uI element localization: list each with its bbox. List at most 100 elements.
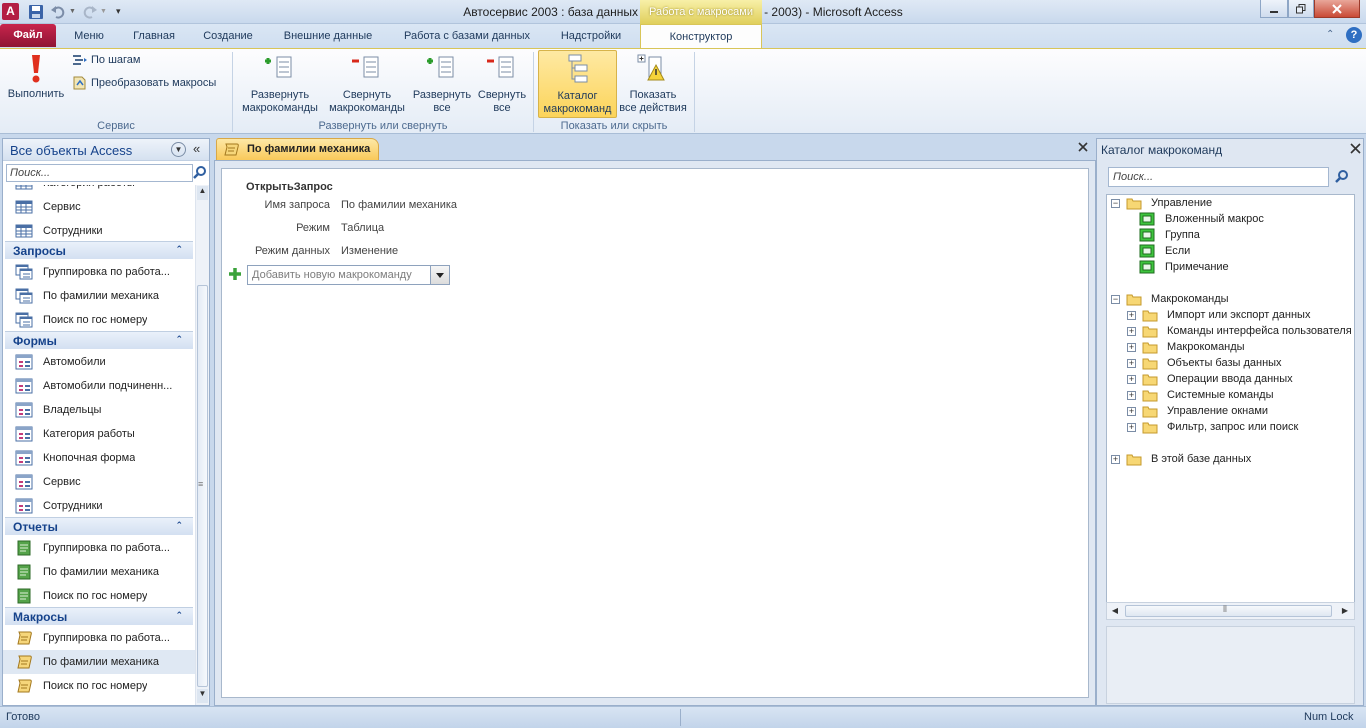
- macro-item[interactable]: Группировка по работа...: [3, 626, 195, 650]
- nav-shutter-icon[interactable]: «: [193, 141, 200, 156]
- tab-addins[interactable]: Надстройки: [550, 26, 632, 48]
- scroll-left-icon[interactable]: ◀: [1108, 604, 1122, 618]
- tree-node-action-folder[interactable]: + Системные команды: [1127, 387, 1273, 403]
- scroll-grip-icon: ⦀: [1223, 604, 1227, 614]
- tree-node-action-folder[interactable]: + Команды интерфейса пользователя: [1127, 323, 1352, 339]
- arg-value-query[interactable]: По фамилии механика: [341, 199, 457, 211]
- nav-group-header[interactable]: Макросы ⌃: [5, 607, 193, 625]
- query-item[interactable]: Поиск по гос номеру: [3, 308, 195, 332]
- form-item[interactable]: Категория работы: [3, 422, 195, 446]
- collapse-chevron-icon[interactable]: ⌃: [175, 334, 183, 345]
- tree-node-this-database[interactable]: + В этой базе данных: [1111, 451, 1251, 467]
- expand-toggle-icon[interactable]: +: [1127, 422, 1136, 432]
- search-icon[interactable]: [1335, 170, 1349, 184]
- query-item[interactable]: По фамилии механика: [3, 284, 195, 308]
- catalog-search-input[interactable]: Поиск...: [1108, 167, 1329, 187]
- tab-database-tools[interactable]: Работа с базами данных: [394, 26, 540, 48]
- form-item[interactable]: Кнопочная форма: [3, 446, 195, 470]
- arg-value-data-mode[interactable]: Изменение: [341, 245, 398, 257]
- form-icon: [15, 377, 33, 395]
- form-item[interactable]: Автомобили подчиненн...: [3, 374, 195, 398]
- tree-leaf-flow-item[interactable]: Вложенный макрос: [1139, 211, 1264, 227]
- tab-menu[interactable]: Меню: [63, 26, 115, 48]
- tab-home[interactable]: Главная: [124, 26, 184, 48]
- scroll-down-icon[interactable]: ▼: [197, 689, 208, 703]
- show-all-actions-button[interactable]: Показать все действия: [619, 53, 687, 117]
- collapse-chevron-icon[interactable]: ⌃: [175, 244, 183, 255]
- expand-toggle-icon[interactable]: +: [1127, 374, 1136, 384]
- tree-leaf-flow-item[interactable]: Если: [1139, 243, 1190, 259]
- form-item[interactable]: Сотрудники: [3, 494, 195, 518]
- nav-group-header[interactable]: Запросы ⌃: [5, 241, 193, 259]
- tree-node-action-folder[interactable]: + Импорт или экспорт данных: [1127, 307, 1310, 323]
- dropdown-arrow-icon[interactable]: [430, 266, 449, 284]
- close-catalog-icon[interactable]: [1350, 143, 1361, 154]
- collapse-toggle-icon[interactable]: −: [1111, 294, 1120, 304]
- form-item[interactable]: Автомобили: [3, 350, 195, 374]
- tab-create[interactable]: Создание: [195, 26, 261, 48]
- tree-node-action-folder[interactable]: + Управление окнами: [1127, 403, 1268, 419]
- scroll-thumb[interactable]: [1125, 605, 1332, 617]
- tree-node-action-folder[interactable]: + Объекты базы данных: [1127, 355, 1282, 371]
- tree-node-program-flow[interactable]: − Управление: [1111, 195, 1212, 211]
- tree-leaf-flow-item[interactable]: Группа: [1139, 227, 1200, 243]
- collapse-toggle-icon[interactable]: −: [1111, 198, 1120, 208]
- step-button[interactable]: По шагам: [72, 53, 140, 67]
- document-tab[interactable]: По фамилии механика: [216, 138, 379, 160]
- expand-toggle-icon[interactable]: +: [1127, 342, 1136, 352]
- tree-node-action-folder[interactable]: + Фильтр, запрос или поиск: [1127, 419, 1298, 435]
- collapse-chevron-icon[interactable]: ⌃: [175, 610, 183, 621]
- nav-search-input[interactable]: Поиск...: [6, 164, 193, 182]
- nav-menu-chevron-icon[interactable]: ▼: [171, 142, 186, 157]
- scroll-up-icon[interactable]: ▲: [197, 186, 208, 200]
- action-catalog-button[interactable]: Каталог макрокоманд: [538, 50, 617, 118]
- collapse-actions-button[interactable]: Свернуть макрокоманды: [325, 53, 409, 117]
- convert-macros-button[interactable]: Преобразовать макросы: [72, 75, 216, 91]
- minimize-ribbon-icon[interactable]: ⌃: [1326, 29, 1334, 40]
- tree-node-action-folder[interactable]: + Макрокоманды: [1127, 339, 1245, 355]
- nav-scrollbar[interactable]: ▲ ≡ ▼: [195, 185, 209, 705]
- collapse-all-button[interactable]: Свернуть все: [474, 53, 530, 117]
- expand-toggle-icon[interactable]: +: [1127, 310, 1136, 320]
- nav-header[interactable]: Все объекты Access ▼ «: [3, 139, 209, 161]
- arg-value-view[interactable]: Таблица: [341, 222, 384, 234]
- catalog-hscrollbar[interactable]: ◀ ⦀ ▶: [1106, 602, 1355, 620]
- nav-group-header[interactable]: Отчеты ⌃: [5, 517, 193, 535]
- report-item[interactable]: Поиск по гос номеру: [3, 584, 195, 608]
- tab-external-data[interactable]: Внешние данные: [272, 26, 384, 48]
- table-item[interactable]: Категория работы: [3, 185, 195, 195]
- form-item[interactable]: Владельцы: [3, 398, 195, 422]
- expand-toggle-icon[interactable]: +: [1127, 326, 1136, 336]
- search-icon[interactable]: [193, 166, 207, 180]
- tree-leaf-flow-item[interactable]: Примечание: [1139, 259, 1229, 275]
- close-document-icon[interactable]: [1077, 141, 1089, 153]
- tree-node-actions[interactable]: − Макрокоманды: [1111, 291, 1229, 307]
- action-name[interactable]: ОткрытьЗапрос: [246, 181, 333, 193]
- tree-node-action-folder[interactable]: + Операции ввода данных: [1127, 371, 1293, 387]
- add-action-combobox[interactable]: Добавить новую макрокоманду: [247, 265, 450, 285]
- report-item[interactable]: По фамилии механика: [3, 560, 195, 584]
- table-item[interactable]: Сервис: [3, 195, 195, 219]
- table-item[interactable]: Сотрудники: [3, 219, 195, 243]
- macro-item[interactable]: По фамилии механика: [3, 650, 195, 674]
- expand-toggle-icon[interactable]: +: [1127, 358, 1136, 368]
- expand-toggle-icon[interactable]: +: [1127, 406, 1136, 416]
- minimize-button[interactable]: [1260, 0, 1288, 18]
- tab-designer[interactable]: Конструктор: [640, 24, 762, 49]
- restore-button[interactable]: [1288, 0, 1314, 18]
- close-button[interactable]: [1314, 0, 1360, 18]
- collapse-chevron-icon[interactable]: ⌃: [175, 520, 183, 531]
- tab-file[interactable]: Файл: [0, 24, 56, 47]
- expand-toggle-icon[interactable]: +: [1127, 390, 1136, 400]
- query-item[interactable]: Группировка по работа...: [3, 260, 195, 284]
- expand-toggle-icon[interactable]: +: [1111, 454, 1120, 464]
- expand-actions-button[interactable]: Развернуть макрокоманды: [237, 53, 323, 117]
- form-item[interactable]: Сервис: [3, 470, 195, 494]
- expand-all-button[interactable]: Развернуть все: [411, 53, 473, 117]
- nav-group-header[interactable]: Формы ⌃: [5, 331, 193, 349]
- help-icon[interactable]: ?: [1346, 27, 1362, 43]
- run-button[interactable]: Выполнить: [4, 53, 68, 117]
- scroll-right-icon[interactable]: ▶: [1338, 604, 1352, 618]
- macro-item[interactable]: Поиск по гос номеру: [3, 674, 195, 698]
- report-item[interactable]: Группировка по работа...: [3, 536, 195, 560]
